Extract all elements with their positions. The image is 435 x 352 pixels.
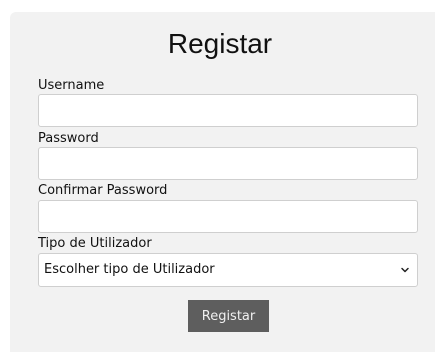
register-button[interactable]: Registar — [188, 300, 269, 332]
user-type-label: Tipo de Utilizador — [38, 236, 152, 251]
user-type-selected-value: Escolher tipo de Utilizador — [44, 262, 215, 277]
password-label: Password — [38, 131, 99, 146]
page-title: Registar — [167, 28, 273, 59]
user-type-select[interactable]: Escolher tipo de Utilizador — [38, 253, 418, 287]
password-input[interactable] — [38, 147, 418, 180]
confirm-password-input[interactable] — [38, 200, 418, 233]
confirm-password-label: Confirmar Password — [38, 183, 168, 198]
username-label: Username — [38, 78, 105, 93]
chevron-down-icon — [401, 267, 409, 273]
username-input[interactable] — [38, 94, 418, 127]
